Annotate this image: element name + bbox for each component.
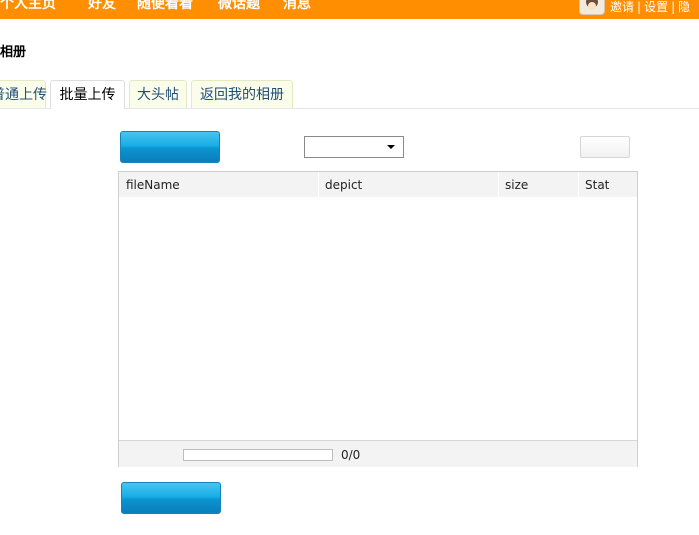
start-upload-button[interactable] bbox=[121, 482, 221, 514]
upload-count: 0/0 bbox=[341, 448, 361, 462]
privacy-link[interactable]: 隐 bbox=[678, 0, 690, 14]
user-avatar[interactable] bbox=[579, 0, 605, 15]
clear-button[interactable] bbox=[580, 136, 630, 158]
upload-progress-bar bbox=[183, 449, 333, 461]
settings-link[interactable]: 设置 bbox=[644, 0, 668, 14]
nav-item-messages[interactable]: 消息 bbox=[283, 0, 311, 13]
column-divider bbox=[578, 172, 579, 197]
file-list-footer: 0/0 bbox=[119, 440, 637, 467]
column-divider bbox=[318, 172, 319, 197]
nav-item-home[interactable]: 个人主页 bbox=[0, 0, 56, 13]
select-files-button[interactable] bbox=[120, 131, 220, 163]
link-separator: | bbox=[637, 0, 642, 14]
column-header-size: size bbox=[505, 178, 529, 192]
page-title: 相册 bbox=[0, 45, 27, 60]
column-header-depict: depict bbox=[325, 178, 363, 192]
nav-item-friends[interactable]: 好友 bbox=[88, 0, 116, 13]
column-header-filename: fileName bbox=[126, 178, 180, 192]
album-select[interactable] bbox=[304, 136, 404, 158]
tab-back-to-album[interactable]: 返回我的相册 bbox=[191, 80, 293, 108]
nav-item-topics[interactable]: 微话题 bbox=[218, 0, 260, 13]
column-header-status: Stat bbox=[585, 178, 610, 192]
user-links: 邀请 | 设置 | 隐 bbox=[610, 0, 690, 19]
invite-link[interactable]: 邀请 bbox=[610, 0, 634, 14]
nav-item-explore[interactable]: 随便看看 bbox=[137, 0, 193, 13]
top-nav-bar: 个人主页 好友 随便看看 微话题 消息 邀请 | 设置 | 隐 bbox=[0, 0, 699, 19]
file-list-header: fileName depict size Stat bbox=[119, 172, 637, 197]
link-separator: | bbox=[671, 0, 676, 14]
chevron-down-icon bbox=[387, 145, 395, 149]
file-list-rows bbox=[119, 197, 637, 440]
tab-big-head[interactable]: 大头帖 bbox=[129, 80, 187, 108]
file-list-panel: fileName depict size Stat 0/0 bbox=[118, 171, 638, 467]
tab-normal-upload[interactable]: 普通上传 bbox=[0, 80, 47, 108]
column-divider bbox=[498, 172, 499, 197]
tab-batch-upload[interactable]: 批量上传 bbox=[50, 80, 125, 109]
